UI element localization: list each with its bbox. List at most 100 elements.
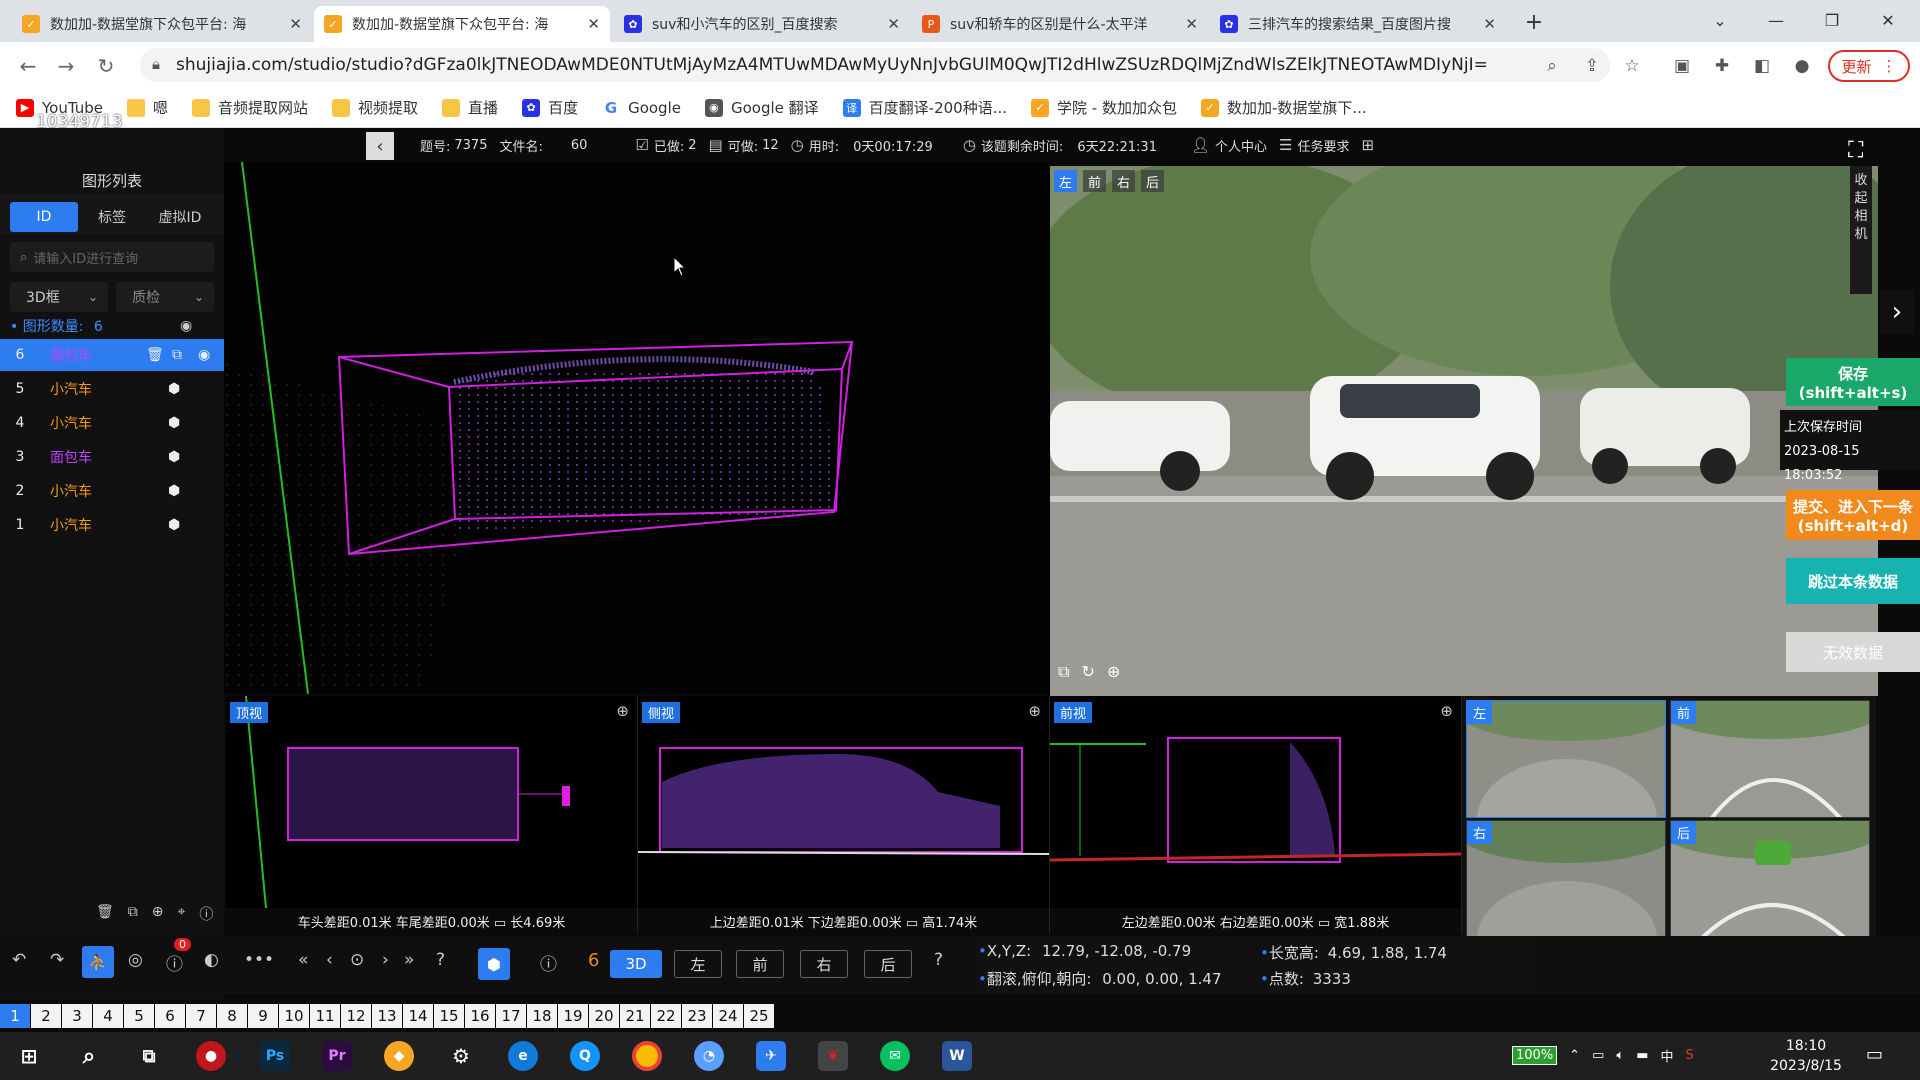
close-tab-icon[interactable]: ✕ (1483, 15, 1496, 33)
frame-button[interactable]: 17 (496, 1004, 526, 1028)
undo-icon[interactable]: ↶ (12, 950, 26, 970)
eye-icon[interactable]: ◉ (180, 318, 192, 334)
help-icon[interactable]: ? (436, 950, 445, 970)
edge-icon[interactable]: e (508, 1041, 538, 1071)
redo-icon[interactable]: ↷ (50, 950, 64, 970)
tab-label[interactable]: 标签 (78, 202, 146, 232)
frame-button[interactable]: 20 (589, 1004, 619, 1028)
personal-center-link[interactable]: 👤︎ 个人中心 (1191, 136, 1267, 155)
app-badge-icon[interactable]: ◆ (384, 1041, 414, 1071)
view-back-button[interactable]: 后 (864, 950, 912, 978)
target-icon[interactable]: ⊕ (152, 904, 164, 924)
top-view[interactable]: 顶视 ⊕ 车头差距0.01米 车尾差距0.00米 ▭ 长4.69米 (226, 696, 638, 934)
app-blue-icon[interactable]: ◔ (694, 1041, 724, 1071)
info-icon[interactable]: ⓘ (199, 904, 213, 924)
qc-select[interactable]: 质检 ⌄ (116, 282, 214, 312)
camera-image-view[interactable]: 左 前 右 后 ⧉ ↻ ⊕ 收起相机 (1050, 166, 1878, 696)
camera-tab-front[interactable]: 前 (1083, 170, 1107, 192)
chevron-up-icon[interactable]: ⌃ (1569, 1048, 1580, 1063)
thumb-front[interactable]: 前 (1670, 700, 1870, 818)
frame-button[interactable]: 13 (372, 1004, 402, 1028)
bookmark-folder[interactable]: 音频提取网站 (192, 97, 308, 118)
skip-button[interactable]: 跳过本条数据 (1786, 558, 1920, 604)
back-icon[interactable]: ← (14, 52, 42, 80)
list-item[interactable]: 3 面包车 ⬢ (0, 441, 224, 473)
task-view-icon[interactable]: ⧉ (134, 1041, 164, 1071)
close-tab-icon[interactable]: ✕ (289, 15, 302, 33)
bookmark-academy[interactable]: ✓ 学院 - 数加加众包 (1031, 97, 1177, 118)
share-icon[interactable]: ⇪ (1580, 54, 1604, 78)
frame-button[interactable]: 16 (465, 1004, 495, 1028)
task-requirements-link[interactable]: ☰ 任务要求 (1279, 136, 1349, 155)
pointcloud-3d-view[interactable] (224, 162, 1050, 694)
bookmark-shujiajia[interactable]: ✓ 数加加-数据堂旗下... (1200, 97, 1367, 118)
frame-button[interactable]: 21 (620, 1004, 650, 1028)
fullscreen-icon[interactable]: ⛶ (1848, 138, 1863, 163)
prev-item-button[interactable]: ‹ (366, 132, 394, 160)
close-tab-icon[interactable]: ✕ (887, 15, 900, 33)
extension-icon[interactable]: ▣ (1670, 54, 1694, 78)
bookmark-folder[interactable]: 视频提取 (332, 97, 418, 118)
submit-next-button[interactable]: 提交、进入下一条 (shift+alt+d) (1786, 490, 1920, 540)
list-item[interactable]: 1 小汽车 ⬢ (0, 509, 224, 541)
play-icon[interactable]: ⊙ (350, 950, 364, 970)
alert-icon[interactable]: ⓘ (166, 950, 183, 975)
help-icon[interactable]: ? (934, 950, 943, 970)
forward-icon[interactable]: → (52, 52, 80, 80)
volume-icon[interactable]: 🔈︎ (1616, 1048, 1624, 1063)
mode-3d-button[interactable]: 3D (610, 950, 662, 978)
camera-tab-back[interactable]: 后 (1141, 170, 1165, 192)
info-icon[interactable]: ⓘ (540, 950, 557, 975)
browser-tab-5[interactable]: ✿ 三排汽车的搜索结果_百度图片搜 ✕ (1210, 6, 1506, 42)
copy-icon[interactable]: ⧉ (1058, 662, 1069, 682)
last-frame-icon[interactable]: » (404, 950, 414, 970)
feishu-icon[interactable]: ✈ (756, 1041, 786, 1071)
qq-browser-icon[interactable]: Q (570, 1041, 600, 1071)
reload-icon[interactable]: ↻ (92, 52, 120, 80)
update-button[interactable]: 更新 ⋮ (1828, 50, 1910, 82)
camera-tab-left[interactable]: 左 (1054, 170, 1078, 192)
view-right-button[interactable]: 右 (800, 950, 848, 978)
eye-icon[interactable]: ◉ (198, 347, 224, 363)
list-item[interactable]: 2 小汽车 ⬢ (0, 475, 224, 507)
network-icon[interactable]: ▭ (1592, 1048, 1604, 1063)
frame-button[interactable]: 18 (527, 1004, 557, 1028)
delete-icon[interactable]: 🗑︎ (146, 347, 172, 363)
first-frame-icon[interactable]: « (298, 950, 308, 970)
frame-button[interactable]: 24 (713, 1004, 743, 1028)
app-red-icon[interactable]: ● (196, 1041, 226, 1071)
minimize-icon[interactable]: — (1748, 0, 1804, 40)
cube-mode-icon[interactable]: ⬢ (478, 948, 510, 980)
frame-button[interactable]: 22 (651, 1004, 681, 1028)
view-front-button[interactable]: 前 (736, 950, 784, 978)
next-frame-icon[interactable]: › (382, 950, 389, 970)
thumb-right[interactable]: 右 (1466, 820, 1666, 938)
save-button[interactable]: 保存 (shift+alt+s) (1786, 358, 1920, 406)
frame-button[interactable]: 14 (403, 1004, 433, 1028)
settings-gear-icon[interactable]: ⚙ (446, 1041, 476, 1071)
view-left-button[interactable]: 左 (674, 950, 722, 978)
shape-type-select[interactable]: 3D框 ⌄ (10, 282, 108, 312)
sidepanel-icon[interactable]: ◧ (1750, 54, 1774, 78)
id-search-input[interactable]: ⌕ 请输入ID进行查询 (10, 242, 214, 272)
battery-indicator[interactable]: 100% (1512, 1046, 1558, 1065)
thumb-back[interactable]: 后 (1670, 820, 1870, 938)
bookmark-folder[interactable]: 直播 (442, 97, 498, 118)
copy-icon[interactable]: ⧉ (172, 347, 198, 363)
browser-tab-3[interactable]: ✿ suv和小汽车的区别_百度搜索 ✕ (614, 6, 910, 42)
list-item-selected[interactable]: 6 面包车 🗑︎ ⧉ ◉ (0, 339, 224, 371)
notification-icon[interactable]: ▭ (1866, 1044, 1883, 1065)
expand-icon[interactable]: ⊞ (1362, 136, 1380, 154)
frame-button[interactable]: 15 (434, 1004, 464, 1028)
bookmark-google[interactable]: G Google (602, 98, 681, 117)
frame-button[interactable]: 6 (155, 1004, 185, 1028)
delete-all-icon[interactable]: 🗑︎ (96, 904, 114, 924)
frame-button[interactable]: 19 (558, 1004, 588, 1028)
palette-icon[interactable]: ◐ (204, 950, 219, 970)
new-tab-button[interactable]: + (1520, 8, 1548, 36)
close-tab-icon[interactable]: ✕ (587, 15, 600, 33)
word-icon[interactable]: W (942, 1041, 972, 1071)
frame-button[interactable]: 2 (31, 1004, 61, 1028)
ime-indicator[interactable]: 中 (1660, 1046, 1673, 1065)
tab-id[interactable]: ID (10, 202, 78, 232)
